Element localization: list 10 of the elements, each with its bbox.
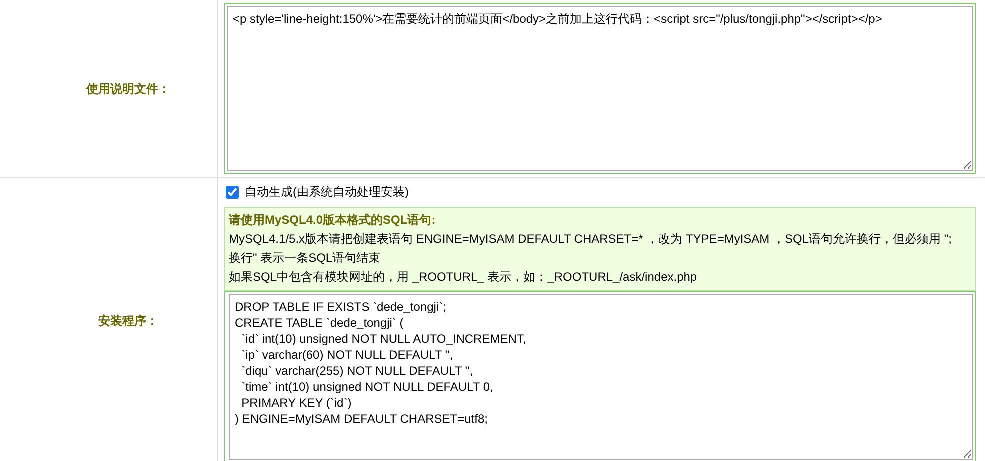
checkbox-label: 自动生成(由系统自动处理安装) xyxy=(245,184,409,201)
notice-text: 如果SQL中包含有模块网址的，用 _ROOTURL_ 表示，如：_ROOTURL_/ask/index.php xyxy=(229,269,698,286)
checkbox[interactable] xyxy=(226,186,239,198)
notice-text: 换行" 表示一条SQL语句结束 xyxy=(229,250,382,267)
notice-title: 请使用MySQL4.0版本格式的SQL语句: xyxy=(229,212,437,229)
field-label: 安装程序： xyxy=(98,312,158,330)
text-area[interactable]: <p style='line-height:150%'>在需要统计的前端页面</body>之前加上这行代码：<script src="/plus/tongji.php"></script></p> xyxy=(227,6,973,171)
text-area[interactable]: DROP TABLE IF EXISTS `dede_tongji`; CREATE TABLE `dede_tongji` ( `id` int(10) unsigned NOT NULL AUTO_INCREMENT, `ip` varchar(60) NOT NULL DEFAULT '', `diqu` varchar(255) NOT NULL DEFAULT '', `time` int(10) unsigned NOT NULL DEFAULT 0, PRIMARY KEY (`id`) ) ENGINE=MyISAM DEFAULT CHARSET=utf8; xyxy=(229,294,973,460)
field-label: 使用说明文件： xyxy=(86,80,170,98)
notice-text: MySQL4.1/5.x版本请把创建表语句 ENGINE=MyISAM DEFAULT CHARSET=* ，改为 TYPE=MyISAM ，SQL语句允许换行，但必须用 "; xyxy=(229,231,953,248)
